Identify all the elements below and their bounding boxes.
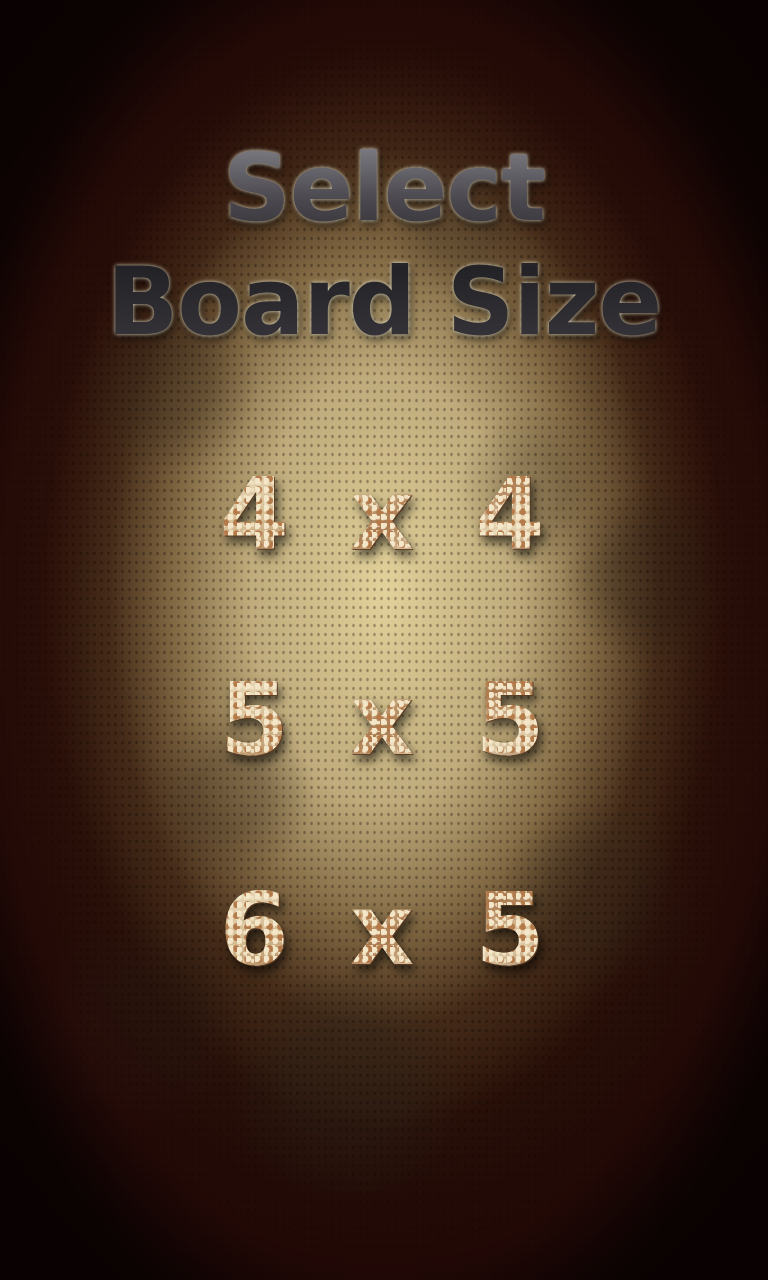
board-size-4x4-button[interactable]: 4 x 4 — [219, 455, 549, 575]
board-size-6x5-label: 6 x 5 — [219, 871, 549, 988]
title-line-select: Select — [222, 134, 546, 243]
menu-content: Select Board Size 4 x 4 5 x 5 6 x 5 — [0, 0, 768, 1280]
board-size-screen: Select Board Size 4 x 4 5 x 5 6 x 5 — [0, 0, 768, 1280]
board-size-6x5-button[interactable]: 6 x 5 — [219, 870, 549, 990]
board-size-5x5-label: 5 x 5 — [219, 661, 549, 778]
board-size-4x4-label: 4 x 4 — [219, 456, 549, 573]
page-title: Select Board Size — [0, 132, 768, 360]
board-size-5x5-button[interactable]: 5 x 5 — [219, 660, 549, 780]
title-line-board-size: Board Size — [106, 248, 662, 357]
